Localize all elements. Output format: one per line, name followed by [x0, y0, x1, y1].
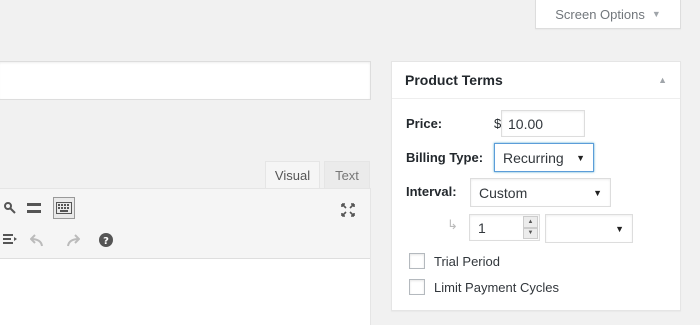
unlink-icon[interactable] — [0, 197, 21, 219]
select-arrow-icon: ▼ — [615, 223, 624, 234]
interval-label: Interval: — [406, 184, 457, 199]
billing-type-select[interactable]: Recurring ▼ — [494, 143, 594, 172]
billing-type-value: Recurring — [503, 149, 564, 166]
post-title-input[interactable] — [0, 61, 371, 100]
price-input[interactable]: 10.00 — [501, 110, 585, 137]
interval-count-input[interactable]: 1 ▲ ▼ — [469, 214, 540, 241]
spin-up-icon[interactable]: ▲ — [523, 216, 538, 228]
editor-toolbar: ? — [0, 189, 370, 259]
interval-unit-select[interactable]: ▼ — [545, 214, 633, 243]
caret-up-icon[interactable]: ▲ — [658, 75, 667, 85]
redo-icon[interactable] — [61, 229, 83, 251]
return-arrow-icon: ↳ — [447, 217, 458, 232]
screen-options-button[interactable]: Screen Options ▼ — [535, 0, 681, 29]
trial-period-label: Trial Period — [434, 253, 500, 269]
interval-select[interactable]: Custom ▼ — [470, 178, 611, 207]
trial-period-option: Trial Period — [409, 253, 500, 269]
help-icon[interactable]: ? — [95, 229, 117, 251]
fullscreen-icon[interactable] — [337, 199, 359, 221]
undo-icon[interactable] — [27, 229, 49, 251]
spinner-buttons: ▲ ▼ — [523, 216, 538, 239]
indent-icon[interactable] — [0, 229, 21, 251]
post-editor[interactable]: ? — [0, 188, 371, 325]
product-terms-title: Product Terms — [405, 72, 503, 88]
billing-type-label: Billing Type: — [406, 150, 484, 165]
read-more-icon[interactable] — [23, 197, 45, 219]
spin-down-icon[interactable]: ▼ — [523, 227, 538, 239]
limit-cycles-option: Limit Payment Cycles — [409, 279, 559, 295]
caret-down-icon: ▼ — [651, 9, 661, 19]
interval-count-value: 1 — [478, 219, 486, 236]
tab-text[interactable]: Text — [324, 161, 370, 189]
trial-period-checkbox[interactable] — [409, 253, 425, 269]
screen-options-label: Screen Options — [555, 6, 645, 22]
select-arrow-icon: ▼ — [576, 152, 585, 163]
product-terms-box: Product Terms ▲ Price: $ 10.00 Billing T… — [391, 61, 681, 311]
svg-text:?: ? — [103, 236, 109, 247]
select-arrow-icon: ▼ — [593, 187, 602, 198]
product-terms-header[interactable]: Product Terms ▲ — [392, 62, 680, 99]
price-label: Price: — [406, 116, 443, 131]
limit-cycles-label: Limit Payment Cycles — [434, 279, 559, 295]
toolbar-toggle-icon[interactable] — [53, 197, 75, 219]
tab-visual[interactable]: Visual — [265, 161, 320, 189]
limit-cycles-checkbox[interactable] — [409, 279, 425, 295]
interval-value: Custom — [479, 184, 528, 201]
